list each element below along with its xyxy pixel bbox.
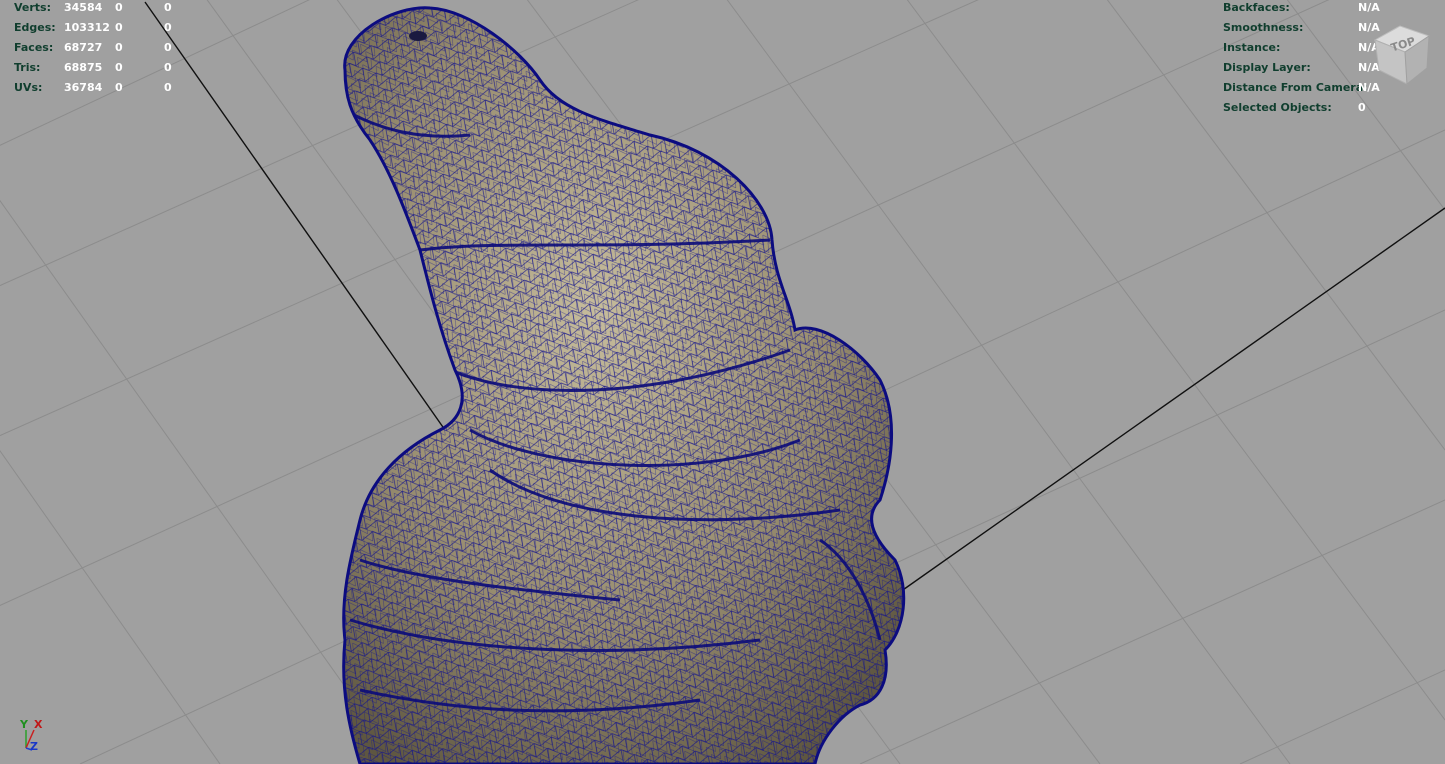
hud-label: Faces: xyxy=(14,41,54,54)
hud-label: Edges: xyxy=(14,21,56,34)
hud-value: 0 xyxy=(115,21,123,34)
view-cube-icon[interactable]: TOP xyxy=(1367,18,1437,88)
axis-y-label: Y xyxy=(20,718,28,731)
hud-value: 0 xyxy=(1358,101,1366,114)
hud-label: Distance From Camera: xyxy=(1223,81,1368,94)
hud-label: Selected Objects: xyxy=(1223,101,1332,114)
hud-value: 0 xyxy=(164,21,172,34)
hud-value: 0 xyxy=(164,1,172,14)
hud-row-verts: Verts: 34584 0 0 xyxy=(14,0,214,18)
hud-label: Smoothness: xyxy=(1223,21,1304,34)
hud-value: 0 xyxy=(115,81,123,94)
hud-value: 0 xyxy=(164,81,172,94)
hud-value: 68727 xyxy=(64,41,103,54)
hud-value: 34584 xyxy=(64,1,103,14)
hud-row-uvs: UVs: 36784 0 0 xyxy=(14,78,214,98)
hud-value: 103312 xyxy=(64,21,110,34)
hud-row-selected-objects: Selected Objects: 0 xyxy=(1223,98,1423,118)
hud-label: Verts: xyxy=(14,1,52,14)
hud-label: Backfaces: xyxy=(1223,1,1290,14)
wireframe-mesh xyxy=(342,6,906,764)
hud-value: 68875 xyxy=(64,61,103,74)
hud-row-edges: Edges: 103312 0 0 xyxy=(14,18,214,38)
axis-z-label: Z xyxy=(30,740,38,753)
viewport-3d[interactable]: Verts: 34584 0 0 Edges: 103312 0 0 Faces… xyxy=(0,0,1445,764)
poly-count-hud: Verts: 34584 0 0 Edges: 103312 0 0 Faces… xyxy=(14,0,214,98)
hud-value: 0 xyxy=(115,1,123,14)
hud-row-tris: Tris: 68875 0 0 xyxy=(14,58,214,78)
hud-label: Display Layer: xyxy=(1223,61,1311,74)
hud-label: Tris: xyxy=(14,61,41,74)
hud-label: UVs: xyxy=(14,81,43,94)
hud-label: Instance: xyxy=(1223,41,1281,54)
hud-value: 0 xyxy=(115,41,123,54)
axis-gizmo-icon: Y X Z xyxy=(18,718,48,756)
axis-x-label: X xyxy=(34,718,43,731)
hud-value: 36784 xyxy=(64,81,103,94)
hud-value: 0 xyxy=(164,41,172,54)
hud-value: 0 xyxy=(115,61,123,74)
hud-row-backfaces: Backfaces: N/A xyxy=(1223,0,1423,18)
hud-value: N/A xyxy=(1358,1,1380,14)
hud-value: 0 xyxy=(164,61,172,74)
hud-row-faces: Faces: 68727 0 0 xyxy=(14,38,214,58)
